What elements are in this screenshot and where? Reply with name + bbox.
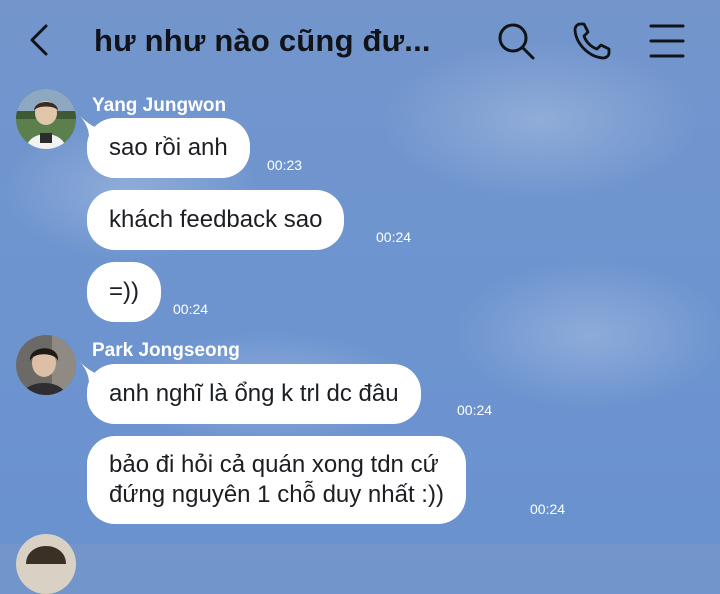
search-icon[interactable] <box>495 20 537 62</box>
back-icon[interactable] <box>26 22 54 58</box>
message-text: khách feedback sao <box>109 206 323 233</box>
chat-title: hư như nào cũng đư... <box>94 23 431 58</box>
background-cloud <box>450 260 720 410</box>
sender-name: Yang Jungwon <box>92 95 227 116</box>
sender-name: Park Jongseong <box>92 340 240 361</box>
message-bubble[interactable]: =)) <box>87 262 161 322</box>
chat-header: hư như nào cũng đư... <box>0 0 720 84</box>
message-text-line: bảo đi hỏi cả quán xong tdn cứ <box>109 451 439 478</box>
phone-icon[interactable] <box>571 20 613 62</box>
message-text: =)) <box>109 278 139 305</box>
message-time: 00:24 <box>376 229 412 245</box>
avatar[interactable] <box>16 534 76 594</box>
avatar[interactable] <box>16 89 76 149</box>
message-bubble[interactable]: khách feedback sao <box>87 190 345 250</box>
message-time: 00:24 <box>173 301 209 317</box>
message-bubble[interactable]: sao rồi anh <box>87 118 250 178</box>
message-time: 00:23 <box>267 157 303 173</box>
message-time: 00:24 <box>457 402 493 418</box>
menu-icon[interactable] <box>646 20 688 62</box>
message-text: anh nghĩ là ổng k trl dc đâu <box>109 380 399 407</box>
message-text-line: đứng nguyên 1 chỗ duy nhất :)) <box>109 481 444 508</box>
avatar[interactable] <box>16 335 76 395</box>
message-bubble[interactable]: anh nghĩ là ổng k trl dc đâu <box>87 364 421 424</box>
message-bubble[interactable]: bảo đi hỏi cả quán xong tdn cứ đứng nguy… <box>87 436 466 524</box>
message-time: 00:24 <box>530 501 566 517</box>
message-text: sao rồi anh <box>109 134 228 161</box>
